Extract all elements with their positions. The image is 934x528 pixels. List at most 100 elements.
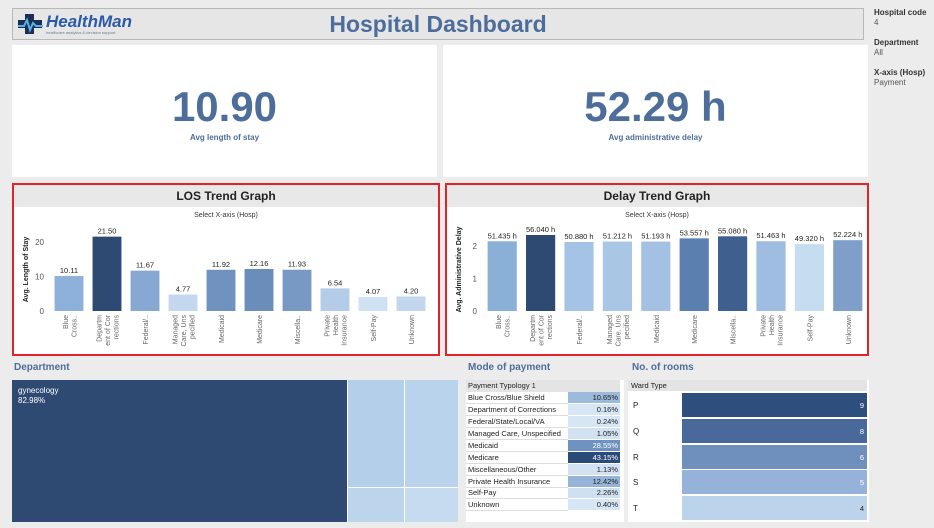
payment-pct: 2.26% [568,487,620,500]
x-tick-line: Federal/.. [143,315,150,345]
data-label: 4.20 [404,286,419,295]
x-tick-label: Medicare [257,315,264,344]
payment-row[interactable]: Medicaid 28.55% [466,439,620,452]
x-tick-line: Managed [173,315,180,344]
x-tick-label: Medicare [692,315,699,344]
bar [487,241,517,311]
treemap-dept-share: 82.98% [18,396,46,405]
bar [206,269,236,311]
data-label: 53.557 h [680,228,709,237]
bar [320,288,350,311]
payment-row[interactable]: Self-Pay 2.26% [466,487,620,500]
x-tick-line: Insurance [778,315,785,346]
payment-name: Self-Pay [466,487,568,500]
data-label: 56.040 h [526,225,555,234]
delay-chart-svg: Avg. Administrative Delay 0 1 2 51.435 h Blue… [456,225,862,347]
x-tick-line: Federal/.. [577,315,584,345]
filter-panel: Hospital code 4 Department All X-axis (H… [874,8,932,98]
data-label: 51.435 h [488,231,517,240]
room-row[interactable]: T4 [628,496,867,522]
x-tick-line: Miscella.. [295,315,302,344]
treemap-cell[interactable] [405,488,458,522]
x-tick-line: Insurance [342,315,349,346]
department-filter[interactable]: All [874,48,932,58]
rooms-title: No. of rooms [632,362,694,373]
x-tick-label: Medicaid [219,315,226,343]
room-row[interactable]: Q8 [628,418,867,444]
bar [526,234,556,311]
y-tick-label: 10 [35,272,44,281]
rooms-header: Ward Type [628,380,867,391]
room-value: 9 [859,401,864,410]
payment-row[interactable]: Miscellaneous/Other 1.13% [466,463,620,476]
x-tick-label: Federal/.. [143,315,150,345]
x-tick-line: ent of Cor [105,314,112,345]
room-bar: 4 [682,496,867,522]
payment-row[interactable]: Unknown 0.40% [466,498,620,512]
room-bar: 9 [682,393,867,418]
payment-name: Blue Cross/Blue Shield [466,391,568,405]
data-label: 51.193 h [641,232,670,241]
treemap-dept-name: gynecology [18,386,59,395]
x-tick-line: Medicare [257,315,264,344]
x-tick-label: Miscella.. [731,315,738,344]
data-label: 11.93 [288,260,306,269]
payment-name: Medicare [466,451,568,464]
x-tick-line: Health [769,315,776,335]
data-label: 50.880 h [564,232,593,241]
bar [282,269,312,311]
los-trend-chart: LOS Trend Graph Select X-axis (Hosp) Avg… [12,183,440,356]
x-tick-line: Departm [97,315,104,342]
x-tick-label: Managed Care, Uns pecified [607,315,631,347]
payment-name: Department of Corrections [466,403,568,417]
ward-label: S [633,478,639,488]
x-tick-label: Managed Care, Uns pecified [173,315,197,347]
x-tick-line: Care, Uns [181,315,188,347]
treemap-cell[interactable] [348,488,406,522]
payment-row[interactable]: Private Health Insurance 12.42% [466,475,620,488]
x-tick-line: Self-Pay [807,315,814,342]
department-treemap: gynecology 82.98% [12,380,458,522]
payment-row[interactable]: Medicare 43.15% [466,451,620,464]
data-label: 4.77 [176,285,191,294]
room-value: 4 [859,504,864,514]
room-value: 5 [859,478,864,488]
payment-name: Private Health Insurance [466,475,568,488]
bar [564,241,594,311]
los-chart-svg: Avg. Length of Stay 0 10 20 10.11 Blue Cross..… [23,227,426,347]
treemap-gynecology[interactable]: gynecology 82.98% [12,380,347,522]
bar [130,270,160,311]
payment-pct: 0.24% [568,415,620,429]
payment-name: Unknown [466,498,568,512]
hospital-code-filter[interactable]: 4 [874,18,932,28]
data-label: 21.50 [98,227,117,236]
data-label: 49.320 h [795,234,824,243]
treemap-cell[interactable] [348,380,406,488]
room-row[interactable]: S5 [628,470,867,496]
room-bar: 6 [682,444,867,470]
x-tick-line: Care, Uns [615,315,622,347]
room-row[interactable]: P9 [628,393,867,418]
treemap-other-departments[interactable] [348,380,458,522]
xaxis-filter[interactable]: Payment [874,78,932,88]
dashboard: HealthMan healthcare analytics & decisio… [0,0,934,528]
treemap-cell[interactable] [405,380,458,488]
x-tick-label: Private Health Insurance [325,315,349,346]
room-bar: 5 [682,470,867,496]
payment-row[interactable]: Managed Care, Unspecified 1.05% [466,427,620,440]
kpi-delay-label: Avg administrative delay [608,133,703,142]
data-label: 10.11 [60,266,78,275]
x-tick-label: Unknown [846,315,853,344]
x-tick-label: Blue Cross.. [63,315,79,337]
payment-row[interactable]: Department of Corrections 0.16% [466,403,620,417]
room-bar: 8 [682,418,867,444]
data-label: 12.16 [250,259,269,268]
data-label: 11.92 [212,260,230,269]
payment-title: Mode of payment [468,362,551,373]
bar [679,238,709,311]
bar [92,236,122,311]
payment-row[interactable]: Blue Cross/Blue Shield 10.65% [466,391,620,405]
data-label: 4.07 [366,287,381,296]
room-row[interactable]: R6 [628,444,867,470]
payment-row[interactable]: Federal/State/Local/VA 0.24% [466,415,620,429]
